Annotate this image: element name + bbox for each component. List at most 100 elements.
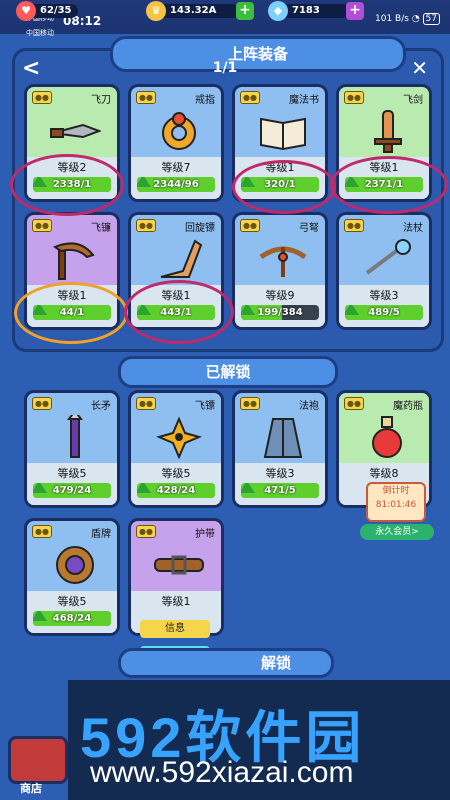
add-diamond-button[interactable]: + [346,2,364,20]
equipment-name: 法袍 [299,401,319,412]
close-button[interactable]: ✕ [411,56,428,80]
crossbow-icon [257,237,309,281]
potion-icon [361,415,413,459]
sickle-icon [49,237,101,281]
equipment-level: 等级8 [369,467,399,480]
rarity-badge: ●● [136,219,156,232]
diamond-counter[interactable]: ◆ 7183 + [268,1,364,21]
diamond-value: 7183 [292,5,320,16]
equipment-card[interactable]: ●● 护带等级1 [128,518,224,636]
rarity-badge: ●● [136,397,156,410]
equipment-name: 戒指 [195,95,215,106]
carrier-bottom: 中国移动 [26,29,54,37]
equipment-card[interactable]: ●● 法杖 等级3 489/5 [336,212,432,330]
progress-text: 471/5 [264,485,296,496]
rarity-badge: ●● [240,397,260,410]
battery-level: 57 [422,13,440,25]
energy-counter[interactable]: ♥ 62/35 [16,1,78,21]
shuriken-icon [153,415,205,459]
equipment-card[interactable]: ●● 法袍等级3 471/5 [232,390,328,508]
annotation-circle [232,160,336,214]
robe-icon [257,415,309,459]
equipment-name: 长矛 [91,401,111,412]
annotation-circle [330,156,448,214]
rarity-badge: ●● [32,525,52,538]
annotation-circle [14,282,128,344]
equipment-card[interactable]: ●● 飞镖等级5 428/24 [128,390,224,508]
equipment-name: 回旋镖 [185,223,215,234]
rarity-badge: ●● [32,219,52,232]
gold-counter[interactable]: ♛ 143.32A + [146,1,254,21]
heart-icon: ♥ [16,1,36,21]
equipment-name: 护带 [195,529,215,540]
rarity-badge: ●● [344,91,364,104]
shop-icon [8,736,68,784]
ring-icon [153,109,205,153]
equipment-card[interactable]: ●● 戒指 等级7 2344/96 [128,84,224,202]
equipment-name: 飞剑 [403,95,423,106]
add-gold-button[interactable]: + [236,2,254,20]
locked-title: 解锁 [118,648,334,678]
progress-text: 468/24 [52,613,92,624]
countdown-box: 倒计时 81:01:46 [366,482,426,522]
shop-button[interactable]: 商店 [0,730,70,800]
upgrade-progress-bar: 471/5 [241,483,319,498]
unlocked-title: 已解锁 [118,356,338,388]
rarity-badge: ●● [344,219,364,232]
book-icon [257,109,309,153]
belt-icon [153,543,205,587]
progress-text: 489/5 [368,307,400,318]
boomerang-icon [153,237,205,281]
countdown-value: 81:01:46 [375,500,417,510]
equipment-name: 魔药瓶 [393,401,423,412]
equipment-card[interactable]: ●● 盾牌等级5 468/24 [24,518,120,636]
wifi-icon: ◔ [411,14,420,24]
equipment-name: 法杖 [403,223,423,234]
progress-text: 428/24 [156,485,196,496]
network-speed: 101 B/s [375,14,409,24]
equipment-name: 飞刀 [91,95,111,106]
rarity-badge: ●● [32,397,52,410]
gold-value: 143.32A [170,5,217,16]
vip-promo[interactable]: 倒计时 81:01:46 永久会员> [360,482,434,540]
annotation-circle [124,280,234,344]
vip-button[interactable]: 永久会员> [360,524,434,540]
equipment-level: 等级5 [57,595,87,608]
rarity-badge: ●● [240,91,260,104]
energy-value: 62/35 [40,5,72,16]
shop-label: 商店 [20,782,42,795]
equipment-level: 等级3 [265,467,295,480]
equipment-name: 魔法书 [289,95,319,106]
system-status: 101 B/s ◔ 57 [375,13,440,25]
spear-icon [49,415,101,459]
upgrade-progress-bar: 489/5 [345,305,423,320]
sword-icon [361,109,413,153]
equipment-level: 等级9 [265,289,295,302]
progress-text: 2344/96 [153,179,199,190]
upgrade-progress-bar: 468/24 [33,611,111,626]
equipment-card[interactable]: ●● 弓弩 等级9 199/384 [232,212,328,330]
locked-title-text: 解锁 [260,654,291,672]
upgrade-progress-bar: 428/24 [137,483,215,498]
rarity-badge: ●● [136,525,156,538]
upgrade-progress-bar: 2344/96 [137,177,215,192]
progress-text: 199/384 [257,307,303,318]
info-button[interactable]: 信息 [140,620,210,638]
equipment-name: 盾牌 [91,529,111,540]
rarity-badge: ●● [136,91,156,104]
rarity-badge: ●● [240,219,260,232]
diamond-icon: ◆ [268,1,288,21]
staff-icon [361,237,413,281]
equipment-level: 等级5 [57,467,87,480]
shield-icon [49,543,101,587]
progress-text: 479/24 [52,485,92,496]
equipment-level: 等级5 [161,467,191,480]
rarity-badge: ●● [32,91,52,104]
page-indicator: 1/1 [212,60,238,76]
equipment-name: 飞镖 [195,401,215,412]
upgrade-progress-bar: 479/24 [33,483,111,498]
rarity-badge: ●● [344,397,364,410]
equipment-card[interactable]: ●● 长矛等级5 479/24 [24,390,120,508]
equipment-level: 等级1 [161,595,191,608]
upgrade-progress-bar: 199/384 [241,305,319,320]
